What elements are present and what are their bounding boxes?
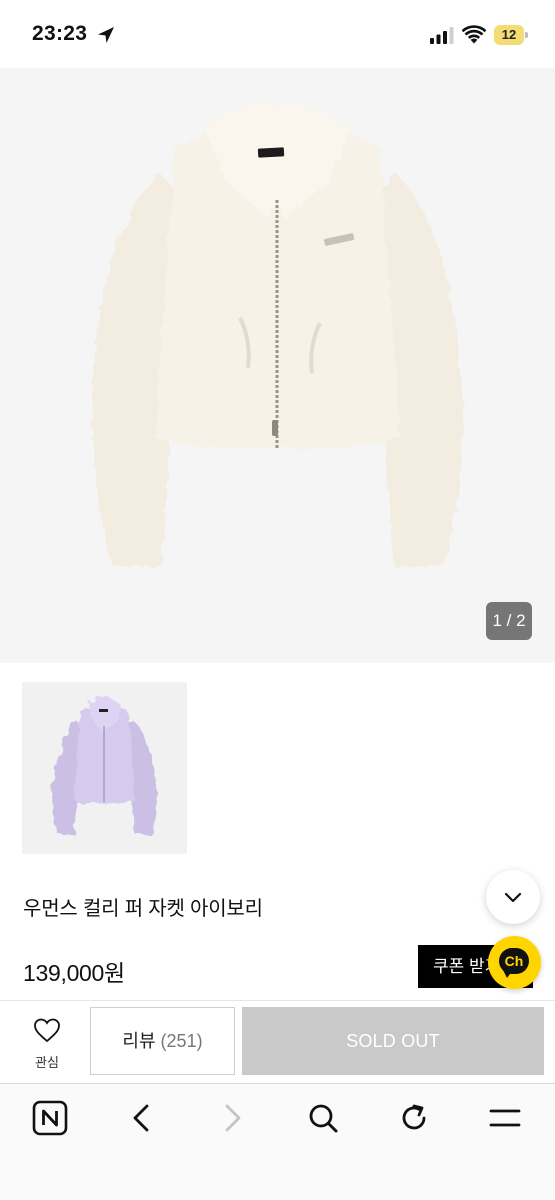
chat-button[interactable]: Ch <box>488 936 541 989</box>
menu-icon[interactable] <box>487 1100 523 1136</box>
product-image-gallery[interactable]: 1 / 2 <box>0 68 555 663</box>
scroll-down-button[interactable] <box>486 870 540 924</box>
back-icon[interactable] <box>124 1100 160 1136</box>
product-name: 우먼스 컬리 퍼 자켓 아이보리 <box>23 898 263 920</box>
product-price: 139,000원 <box>23 960 125 986</box>
sold-out-button[interactable]: SOLD OUT <box>242 1007 544 1075</box>
wish-label: 관심 <box>35 1055 59 1070</box>
battery-cap <box>525 32 528 38</box>
lavender-fur-jacket-image <box>51 697 158 834</box>
naver-home-icon[interactable] <box>32 1100 68 1136</box>
location-arrow-icon <box>98 27 114 43</box>
browser-toolbar <box>0 1083 555 1200</box>
chevron-down-icon <box>504 892 522 903</box>
review-label: 리뷰 <box>122 1031 156 1051</box>
heart-icon <box>34 1018 60 1043</box>
wish-button[interactable]: 관심 <box>22 1016 72 1074</box>
refresh-icon[interactable] <box>396 1100 432 1136</box>
wifi-icon <box>462 25 486 44</box>
battery-icon: 12 <box>494 25 528 45</box>
status-bar: 23:23 12 <box>0 0 555 68</box>
signal-icon <box>430 27 454 44</box>
review-button[interactable]: 리뷰 (251) <box>90 1007 235 1075</box>
page-indicator: 1 / 2 <box>486 602 532 640</box>
review-count: (251) <box>160 1031 203 1051</box>
forward-icon[interactable] <box>214 1100 250 1136</box>
battery-level: 12 <box>501 27 517 42</box>
ivory-fur-jacket-image <box>91 104 463 568</box>
status-time: 23:23 <box>32 22 88 45</box>
thumbnail-lavender-jacket[interactable] <box>22 682 187 854</box>
search-icon[interactable] <box>305 1100 341 1136</box>
chat-icon: Ch <box>499 948 529 974</box>
